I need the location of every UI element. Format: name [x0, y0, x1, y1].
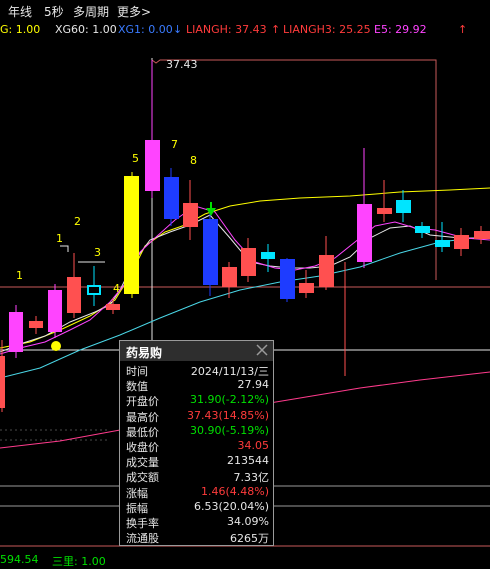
high-marker-line — [151, 59, 437, 280]
tooltip-row-label: 开盘价 — [126, 395, 159, 409]
tooltip-row: 成交额 7.33亿 — [120, 469, 273, 484]
indicator-g: G: 1.00 — [0, 23, 41, 36]
candle — [9, 312, 23, 352]
tooltip-row-label: 成交量 — [126, 456, 159, 470]
arrow-up-icon: ↑ — [271, 23, 281, 36]
bottom-left-value: 594.54 — [0, 553, 39, 566]
tooltip-row-label: 时间 — [126, 365, 148, 378]
tooltip-row-value: 30.90(-5.19%) — [190, 423, 269, 437]
tooltip-row-value: 27.94 — [237, 378, 270, 392]
candle — [357, 204, 372, 262]
data-tooltip: 药易购 时间 2024/11/13/三数值 27.94 开盘价 31.90(-2.12%… — [119, 340, 274, 546]
candle — [48, 290, 62, 332]
candle — [145, 140, 160, 191]
candle — [280, 259, 295, 299]
tab-5-seconds[interactable]: 5秒 — [44, 3, 64, 20]
signal-dot-icon — [51, 341, 61, 351]
tooltip-row-value: 213544 — [227, 454, 269, 468]
candle — [164, 177, 179, 219]
tooltip-row-label: 收盘价 — [126, 441, 159, 454]
candle — [203, 219, 218, 285]
candle — [183, 203, 198, 227]
tooltip-row-value: 1.46(4.48%) — [200, 484, 269, 498]
wave-label-3: 3 — [94, 246, 101, 259]
candle — [435, 240, 450, 247]
candle — [377, 208, 392, 214]
tooltip-row: 成交量 213544 — [120, 454, 273, 469]
close-icon[interactable] — [255, 343, 269, 357]
wave-label-4: 4 — [113, 282, 120, 295]
tooltip-title: 药易购 — [126, 346, 163, 360]
tooltip-row-label: 最低价 — [126, 425, 159, 439]
tooltip-row-label: 换手率 — [126, 517, 159, 530]
arrow-up-icon: ↑ — [458, 23, 468, 36]
candle — [474, 231, 490, 239]
arrow-down-icon: ↓ — [173, 23, 183, 36]
tooltip-row: 涨幅 1.46(4.48%) — [120, 485, 273, 500]
tooltip-row-label: 振幅 — [126, 501, 148, 515]
indicator-xg1: XG1: 0.00 — [118, 23, 173, 36]
tooltip-row: 开盘价 31.90(-2.12%) — [120, 393, 273, 408]
tooltip-row-value: 6265万 — [230, 532, 269, 546]
wave-label-8: 8 — [190, 154, 197, 167]
candle — [299, 283, 314, 293]
wave-label-1: 1 — [16, 269, 23, 282]
wave-label-7: 7 — [171, 138, 178, 151]
indicator-e5: E5: 29.92 — [374, 23, 427, 36]
tooltip-row-value: 2024/11/13/三 — [190, 365, 269, 378]
candle — [124, 176, 139, 294]
bottom-indicator: 三里: 1.00 — [52, 555, 106, 568]
tooltip-header: 药易购 — [120, 341, 273, 361]
candle — [0, 356, 5, 408]
candle — [241, 248, 256, 276]
tooltip-row: 最低价 30.90(-5.19%) — [120, 424, 273, 439]
tooltip-row: 收盘价 34.05 — [120, 439, 273, 454]
candle — [319, 255, 334, 287]
wave-label-2: 2 — [74, 215, 81, 228]
tooltip-row: 最高价 37.43(14.85%) — [120, 409, 273, 424]
candle — [67, 277, 81, 313]
tooltip-row-value: 7.33亿 — [233, 471, 270, 485]
tooltip-row-label: 最高价 — [126, 410, 159, 424]
candle — [222, 267, 237, 287]
tooltip-row: 数值 27.94 — [120, 378, 273, 393]
tooltip-row-value: 37.43(14.85%) — [186, 408, 269, 422]
period-toolbar: 年线 5秒 多周期 更多> — [0, 0, 490, 20]
tab-multi-period[interactable]: 多周期 — [73, 3, 109, 20]
tab-more[interactable]: 更多> — [117, 3, 151, 20]
tooltip-row: 时间 2024/11/13/三 — [120, 363, 273, 378]
wave-label-1b: 1 — [56, 232, 63, 245]
tab-year-line[interactable]: 年线 — [8, 3, 32, 20]
tooltip-row: 流通股 6265万 — [120, 530, 273, 545]
tooltip-row-label: 数值 — [126, 380, 148, 394]
tooltip-row: 振幅 6.53(20.04%) — [120, 500, 273, 515]
candle — [415, 226, 430, 233]
candle — [29, 321, 43, 328]
candle — [261, 252, 275, 259]
indicator-liangh: LIANGH: 37.43 — [186, 23, 267, 36]
tooltip-row-value: 6.53(20.04%) — [193, 499, 269, 513]
tooltip-row: 换手率 34.09% — [120, 515, 273, 530]
tooltip-row-value: 31.90(-2.12%) — [190, 393, 269, 407]
bottom-bar: 594.54 三里: 1.00 — [0, 550, 490, 569]
candle — [106, 304, 120, 310]
indicator-liangh3: LIANGH3: 25.25 — [283, 23, 371, 36]
wave-bracket — [60, 245, 69, 252]
tooltip-row-value: 34.05 — [237, 439, 270, 452]
indicator-bar: G: 1.00 XG60: 1.00 XG1: 0.00 ↓ LIANGH: 3… — [0, 20, 490, 38]
tooltip-row-label: 成交额 — [126, 471, 159, 485]
tooltip-row-label: 涨幅 — [126, 486, 148, 500]
indicator-xg60: XG60: 1.00 — [55, 23, 117, 36]
wave-label-5: 5 — [132, 152, 139, 165]
candle — [396, 200, 411, 213]
candle — [454, 235, 469, 249]
tooltip-row-label: 流通股 — [126, 532, 159, 546]
high-price-label: 37.43 — [166, 58, 198, 71]
tooltip-row-value: 34.09% — [227, 515, 269, 528]
